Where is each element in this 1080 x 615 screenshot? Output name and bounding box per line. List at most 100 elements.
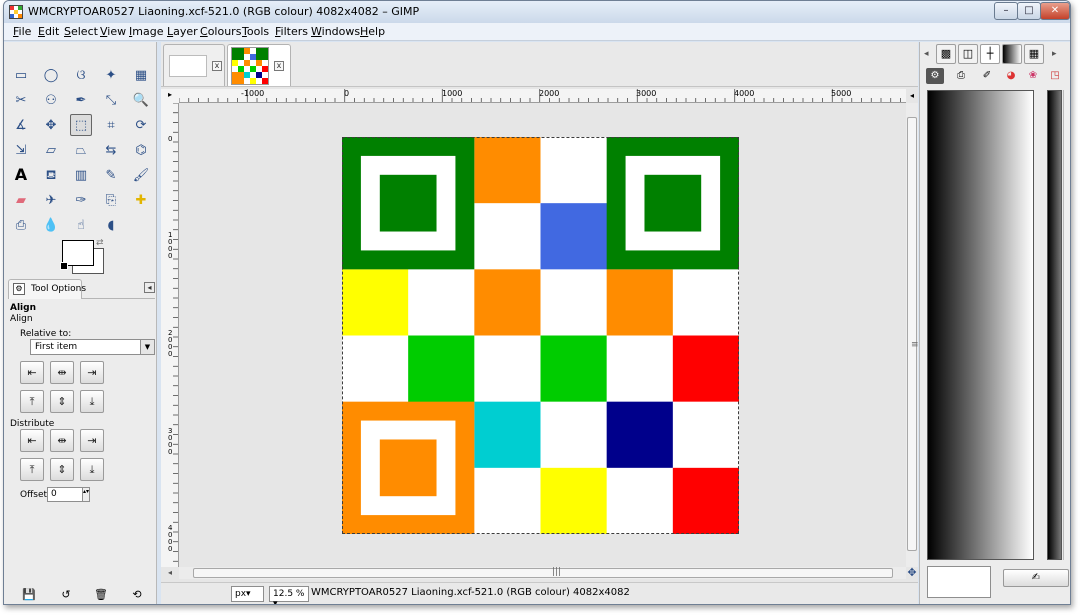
menu-layer[interactable]: Layer [167, 25, 198, 38]
title-bar[interactable]: WMCRYPTOAR0527 Liaoning.xcf-521.0 (RGB c… [4, 1, 1070, 23]
navigate-icon[interactable]: ✥ [906, 567, 918, 579]
edit-button[interactable]: ✍ [1003, 569, 1069, 587]
align-right-edge-button[interactable]: ⇥ [80, 361, 104, 384]
color-wheel-icon[interactable]: ◕ [1002, 68, 1020, 84]
scale-icon[interactable]: ⇲ [10, 139, 32, 161]
blend-icon[interactable]: ▥ [70, 164, 92, 186]
pencil-icon[interactable]: ✎ [100, 164, 122, 186]
menu-colours[interactable]: Colours [200, 25, 241, 38]
move-icon[interactable]: ✥ [40, 114, 62, 136]
rotate-icon[interactable]: ⟳ [130, 114, 152, 136]
distribute-center-button[interactable]: ⇹ [50, 429, 74, 452]
restore-options-icon[interactable]: ↺ [59, 588, 73, 602]
gradient-list-preview[interactable] [1047, 90, 1062, 560]
menu-filters[interactable]: Filters [275, 25, 308, 38]
brush-icon[interactable]: ✐ [978, 68, 996, 84]
horizontal-ruler[interactable]: -1000 0 1000 2000 3000 4000 5000 [179, 89, 906, 103]
distribute-middle-button[interactable]: ⇕ [50, 458, 74, 481]
perspective-clone-icon[interactable]: ⎙ [10, 214, 32, 236]
airbrush-icon[interactable]: ✈ [40, 189, 62, 211]
menu-edit[interactable]: Edit [38, 25, 59, 38]
fg-bg-colors[interactable]: ⇄ [60, 238, 106, 276]
heal-icon[interactable]: ✚ [130, 189, 152, 211]
menu-view[interactable]: View [100, 25, 126, 38]
align-icon[interactable]: ⬚ [70, 114, 92, 136]
shear-icon[interactable]: ▱ [40, 139, 62, 161]
crop-icon[interactable]: ⌗ [100, 114, 122, 136]
distribute-left-button[interactable]: ⇤ [20, 429, 44, 452]
scissors-icon[interactable]: ✂ [10, 89, 32, 111]
zoom-arrow-icon[interactable]: ◂ [161, 567, 179, 579]
distribute-top-button[interactable]: ⤒ [20, 458, 44, 481]
zoom-icon[interactable]: 🔍 [130, 89, 152, 111]
unit-select[interactable]: px▾ [231, 586, 264, 602]
smudge-icon[interactable]: ☝ [70, 214, 92, 236]
delete-options-icon[interactable]: 🗑 [94, 588, 108, 602]
align-bottom-edge-button[interactable]: ⤓ [80, 390, 104, 413]
flip-icon[interactable]: ⇆ [100, 139, 122, 161]
menu-help[interactable]: Help [360, 25, 385, 38]
image-canvas[interactable] [180, 104, 905, 566]
save-options-icon[interactable]: 💾 [22, 588, 36, 602]
offset-spinner[interactable]: ▴▾ [82, 487, 90, 502]
relative-to-select[interactable]: First item ▼ [30, 339, 155, 355]
select-by-color-icon[interactable]: ▦ [130, 64, 152, 86]
eraser-icon[interactable]: ▰ [10, 189, 32, 211]
maximize-button[interactable]: □ [1017, 2, 1041, 20]
tab-tool-options[interactable]: ⚙ Tool Options [8, 279, 86, 299]
paintbrush-icon[interactable]: 🖌 [130, 164, 152, 186]
fonts-icon[interactable]: ❀ [1024, 68, 1042, 84]
align-center-button[interactable]: ⇹ [50, 361, 74, 384]
offset-input[interactable]: 0 [47, 487, 83, 502]
horizontal-scrollbar[interactable]: ||| [179, 567, 906, 579]
blur-icon[interactable]: 💧 [40, 214, 62, 236]
pattern-tab-icon[interactable]: ▩ [936, 44, 956, 64]
free-select-icon[interactable]: ଓ [70, 64, 92, 86]
close-icon[interactable]: x [274, 61, 284, 71]
align-middle-button[interactable]: ⇕ [50, 390, 74, 413]
measure-icon[interactable]: ∡ [10, 114, 32, 136]
scroll-left-icon[interactable]: ◂ [924, 49, 929, 59]
color-picker-icon[interactable]: ⤡ [100, 89, 122, 111]
swap-colors-icon[interactable]: ⇄ [96, 238, 104, 248]
panel-menu-icon[interactable]: ◂ [144, 282, 155, 293]
paths-icon[interactable]: ✒ [70, 89, 92, 111]
reset-options-icon[interactable]: ⟲ [130, 588, 144, 602]
ruler-corner-icon[interactable]: ▸ [161, 89, 179, 103]
perspective-icon[interactable]: ⏢ [70, 139, 92, 161]
foreground-select-icon[interactable]: ⚇ [40, 89, 62, 111]
ink-icon[interactable]: ✑ [70, 189, 92, 211]
palette-tab-icon[interactable]: ▦ [1024, 44, 1044, 64]
image-tab-artwork[interactable]: x [227, 44, 291, 86]
artwork-image[interactable] [342, 137, 739, 534]
dock-scrollbar[interactable] [1063, 90, 1070, 560]
align-top-edge-button[interactable]: ⤒ [20, 390, 44, 413]
gradient-tab-icon[interactable]: ▮ [1002, 44, 1022, 64]
fuzzy-select-icon[interactable]: ✦ [100, 64, 122, 86]
distribute-right-button[interactable]: ⇥ [80, 429, 104, 452]
image-tab-blank[interactable]: x [163, 44, 225, 86]
gradient-preview[interactable] [927, 90, 1034, 560]
distribute-bottom-button[interactable]: ⤓ [80, 458, 104, 481]
rect-select-icon[interactable]: ▭ [10, 64, 32, 86]
menu-tools[interactable]: Tools [242, 25, 269, 38]
text-icon[interactable]: A [10, 164, 32, 186]
tool-presets-icon[interactable]: ⚙ [926, 68, 944, 84]
menu-select[interactable]: Select [64, 25, 98, 38]
close-icon[interactable]: x [212, 61, 222, 71]
menu-windows[interactable]: Windows [311, 25, 360, 38]
vertical-scroll-thumb[interactable]: ≡ [907, 117, 919, 551]
menu-file[interactable]: File [13, 25, 31, 38]
scroll-right-icon[interactable]: ▸ [1052, 49, 1057, 59]
ellipse-select-icon[interactable]: ◯ [40, 64, 62, 86]
align-left-edge-button[interactable]: ⇤ [20, 361, 44, 384]
gimp-app-icon[interactable] [9, 5, 23, 19]
vertical-scrollbar[interactable]: ≡ [906, 103, 919, 567]
vertical-ruler[interactable]: 0 1000 2000 3000 4000 [161, 103, 179, 567]
palette-small-icon[interactable]: ◳ [1046, 68, 1064, 84]
dodge-burn-icon[interactable]: ◖ [100, 214, 122, 236]
quick-mask-arrow-icon[interactable]: ◂ [906, 89, 918, 103]
bucket-fill-icon[interactable]: ⛾ [40, 164, 62, 186]
clone-icon[interactable]: ⎘ [100, 189, 122, 211]
printer-icon[interactable]: ⎙ [952, 68, 970, 84]
